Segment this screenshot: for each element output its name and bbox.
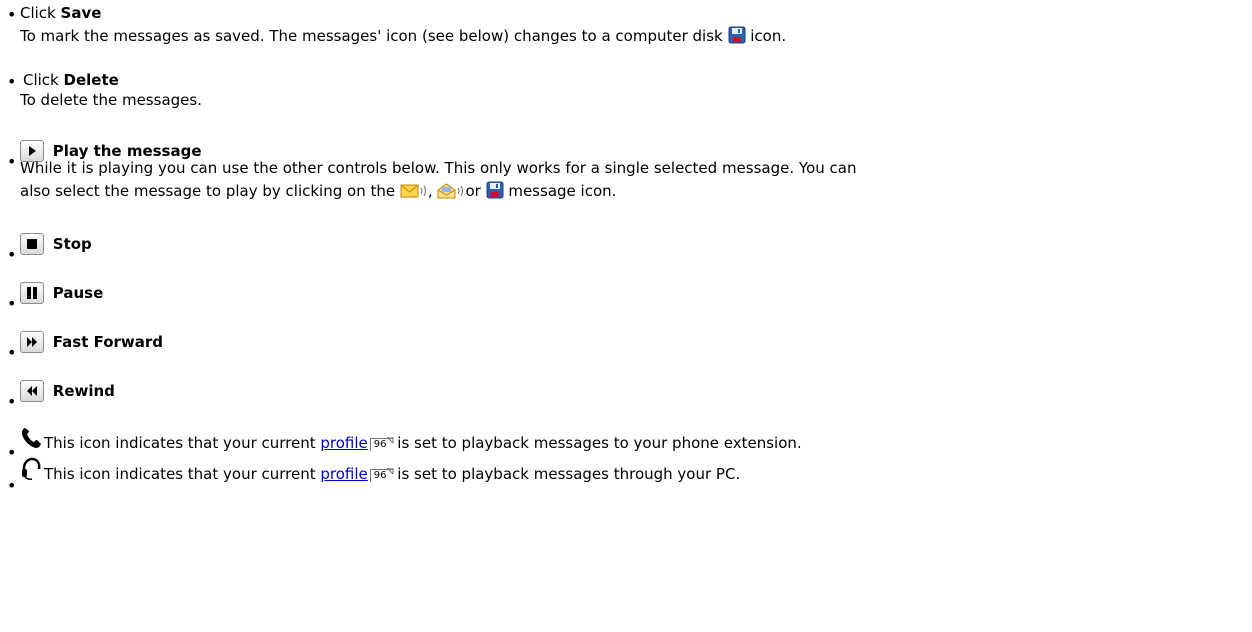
bullet: • [7, 294, 17, 313]
bullet: • [7, 443, 17, 462]
bullet: • [7, 5, 17, 24]
play-item-description-line2: also select the message to play by click… [20, 181, 616, 204]
page-reference[interactable]: 96 [369, 437, 394, 451]
save-item-title: Click Save [20, 4, 102, 22]
delete-label: Delete [63, 71, 119, 89]
rewind-icon [20, 380, 44, 402]
disk-icon [486, 181, 504, 204]
pause-item: Pause [20, 276, 103, 304]
headset-item: This icon indicates that your current pr… [20, 457, 740, 489]
page-reference[interactable]: 96 [369, 468, 394, 482]
delete-item-title: Click Delete [23, 71, 119, 89]
bullet: • [7, 392, 17, 411]
bullet: • [7, 245, 17, 264]
headset-icon [20, 457, 42, 489]
fast-forward-icon [20, 331, 44, 353]
bullet: • [7, 476, 17, 495]
page-corner-icon [386, 437, 394, 444]
bullet: • [7, 72, 17, 91]
save-label: Save [60, 4, 102, 22]
save-item-description: To mark the messages as saved. The messa… [20, 26, 786, 49]
fast-forward-item: Fast Forward [20, 325, 163, 353]
help-document: • Click Save To mark the messages as sav… [0, 0, 1252, 632]
pause-icon [20, 282, 44, 304]
phone-icon [20, 426, 42, 458]
disk-icon [728, 26, 746, 49]
phone-item: This icon indicates that your current pr… [20, 426, 802, 458]
stop-icon [20, 233, 44, 255]
read-message-icon [437, 183, 465, 204]
profile-link[interactable]: profile [320, 434, 367, 452]
play-item-description-line1: While it is playing you can use the othe… [20, 159, 857, 177]
profile-link[interactable]: profile [320, 465, 367, 483]
new-message-icon [400, 183, 428, 204]
bullet: • [7, 343, 17, 362]
delete-item-description: To delete the messages. [20, 91, 202, 109]
page-corner-icon [386, 468, 394, 475]
stop-item: Stop [20, 227, 92, 255]
bullet: • [7, 152, 17, 171]
rewind-item: Rewind [20, 374, 115, 402]
